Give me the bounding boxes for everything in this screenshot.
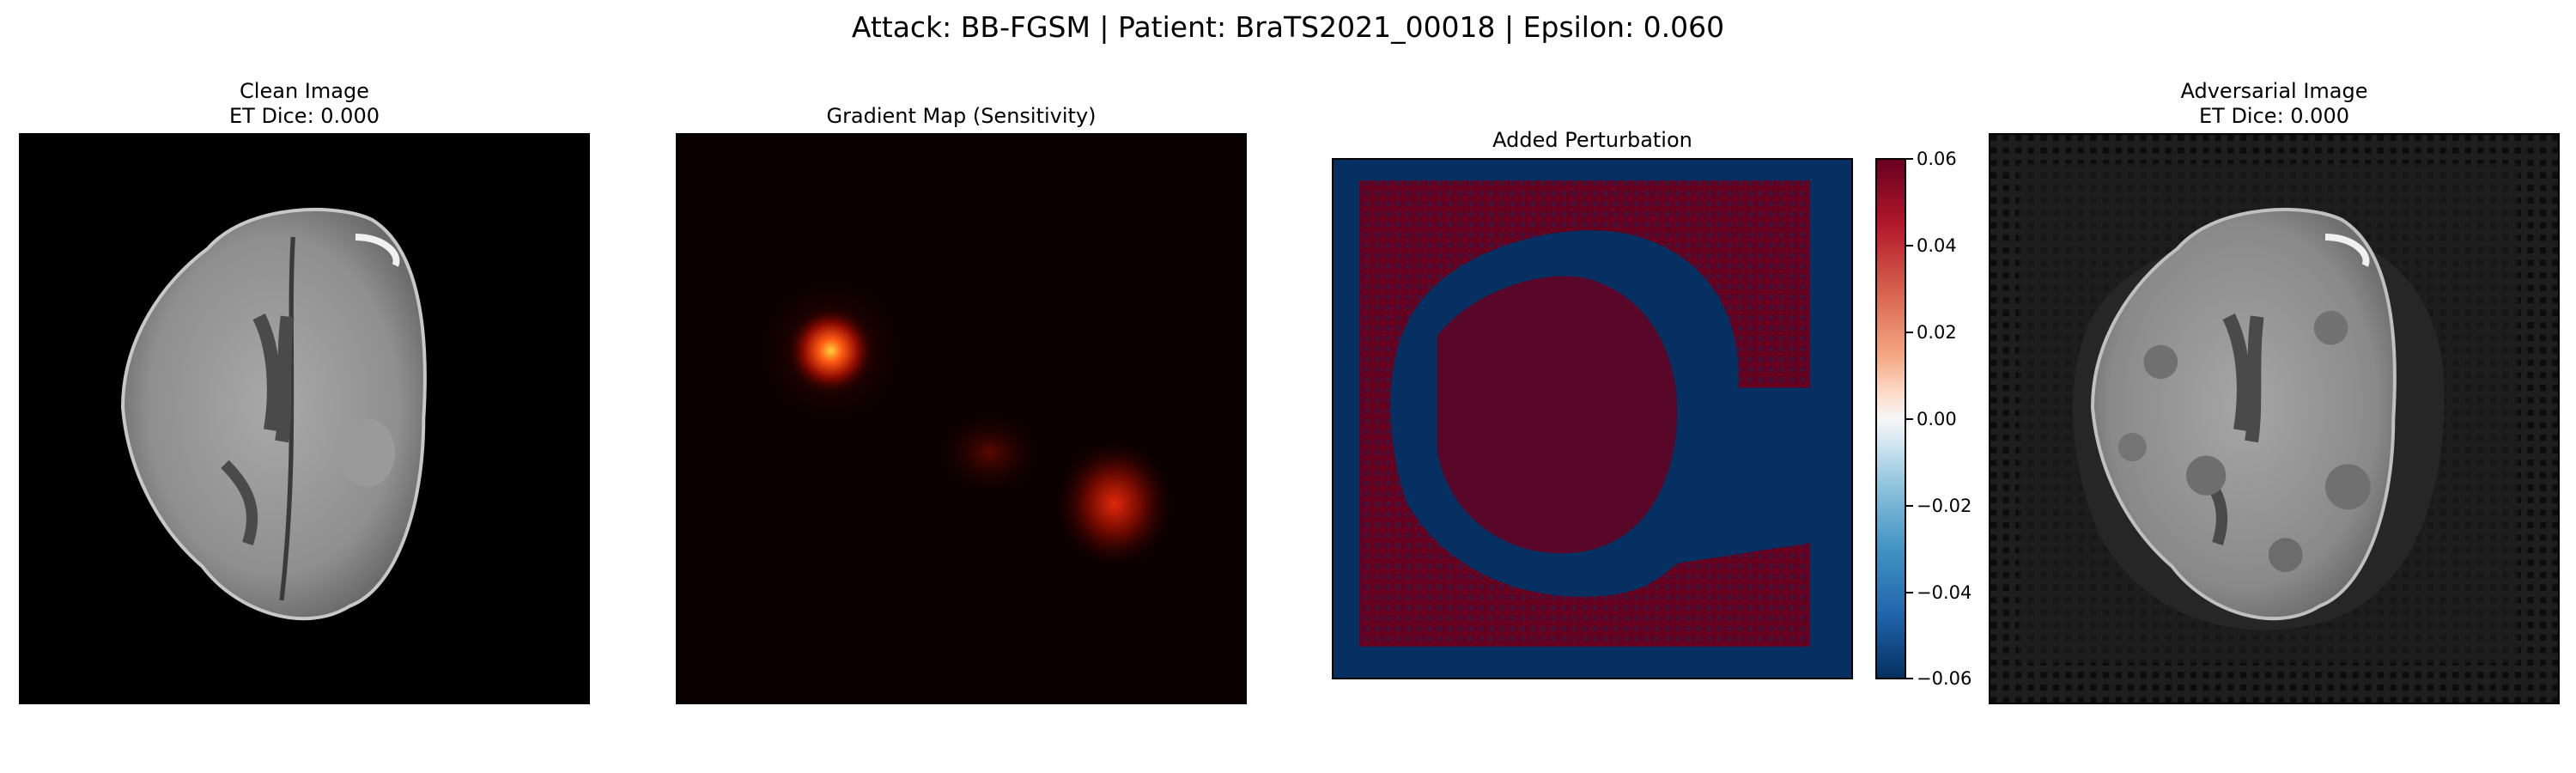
colorbar-tick-label: −0.02 bbox=[1917, 496, 1972, 516]
adversarial-image-title-line: Adversarial Image bbox=[2180, 79, 2368, 103]
colorbar-tick bbox=[1905, 505, 1913, 507]
colorbar-tick bbox=[1905, 418, 1913, 420]
clean-image-title: Clean Image ET Dice: 0.000 bbox=[19, 79, 590, 129]
colorbar-tick bbox=[1905, 332, 1913, 333]
colorbar-tick bbox=[1905, 158, 1913, 160]
adversarial-image-title: Adversarial Image ET Dice: 0.000 bbox=[1989, 79, 2560, 129]
colorbar-tick bbox=[1905, 678, 1913, 679]
colorbar-tick-label: 0.00 bbox=[1917, 409, 1957, 429]
colorbar-tick-label: 0.04 bbox=[1917, 235, 1957, 256]
adversarial-image-dice: ET Dice: 0.000 bbox=[2199, 104, 2349, 128]
gradient-map-title: Gradient Map (Sensitivity) bbox=[826, 104, 1097, 128]
colorbar-tick bbox=[1905, 592, 1913, 593]
colorbar-tick bbox=[1905, 245, 1913, 247]
colorbar-tick-label: −0.04 bbox=[1917, 582, 1972, 603]
gradient-map-image bbox=[676, 133, 1247, 704]
colorbar-tick-label: −0.06 bbox=[1917, 668, 1972, 689]
clean-image-title-line: Clean Image bbox=[240, 79, 369, 103]
colorbar-tick-label: 0.06 bbox=[1917, 149, 1957, 169]
figure-suptitle: Attack: BB-FGSM | Patient: BraTS2021_000… bbox=[851, 10, 1725, 44]
adversarial-image bbox=[1989, 133, 2560, 704]
clean-image-dice: ET Dice: 0.000 bbox=[229, 104, 380, 128]
colorbar-tick-label: 0.02 bbox=[1917, 322, 1957, 343]
perturbation-image bbox=[1332, 158, 1853, 679]
perturbation-title: Added Perturbation bbox=[1492, 128, 1692, 152]
colorbar bbox=[1875, 158, 1906, 679]
clean-image bbox=[19, 133, 590, 704]
